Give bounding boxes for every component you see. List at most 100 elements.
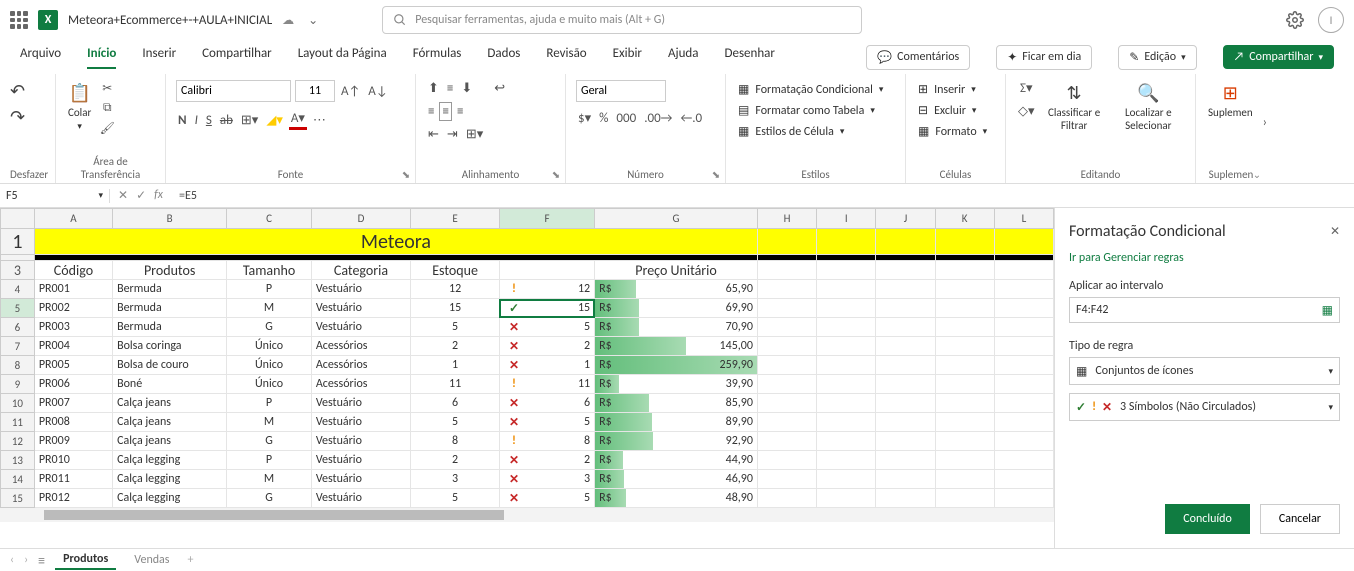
cell-code[interactable]: PR006 bbox=[34, 375, 112, 394]
cell-product[interactable]: Bermuda bbox=[113, 318, 227, 337]
cell-stock[interactable]: 5 bbox=[411, 318, 500, 337]
align-right-icon[interactable]: ≡ bbox=[455, 103, 465, 120]
cell-price[interactable]: R$44,90 bbox=[595, 451, 758, 470]
copy-icon[interactable]: ⧉ bbox=[99, 100, 115, 116]
format-as-table-button[interactable]: ▤Formatar como Tabela▾ bbox=[736, 101, 877, 120]
col-header[interactable]: L bbox=[994, 209, 1053, 229]
row-header[interactable]: 10 bbox=[1, 394, 35, 413]
cell-price[interactable]: R$85,90 bbox=[595, 394, 758, 413]
cell-stock[interactable]: 3 bbox=[411, 470, 500, 489]
cell-size[interactable]: G bbox=[227, 432, 312, 451]
cell-icon-stock[interactable]: ✓15 bbox=[499, 299, 594, 318]
share-button[interactable]: ↗Compartilhar▾ bbox=[1223, 45, 1334, 69]
fill-color-button[interactable]: ◢▾ bbox=[264, 112, 285, 129]
cell-size[interactable]: Único bbox=[227, 356, 312, 375]
search-input[interactable]: Pesquisar ferramentas, ajuda e muito mai… bbox=[382, 6, 862, 34]
cell-price[interactable]: R$92,90 bbox=[595, 432, 758, 451]
col-header[interactable]: H bbox=[757, 209, 816, 229]
cell-code[interactable]: PR001 bbox=[34, 280, 112, 299]
row-header[interactable]: 6 bbox=[1, 318, 35, 337]
table-row[interactable]: 5PR002BermudaMVestuário15✓15R$69,90 bbox=[1, 299, 1054, 318]
table-row[interactable]: 8PR005Bolsa de couroÚnicoAcessórios1✕1R$… bbox=[1, 356, 1054, 375]
manage-rules-link[interactable]: Ir para Gerenciar regras bbox=[1069, 251, 1340, 265]
cell-category[interactable]: Vestuário bbox=[311, 489, 410, 508]
bold-button[interactable]: N bbox=[176, 112, 189, 129]
cell-product[interactable]: Calça legging bbox=[113, 489, 227, 508]
number-dialog-launcher[interactable]: ⬊ bbox=[709, 167, 723, 181]
range-input[interactable]: F4:F42 ▦ bbox=[1069, 297, 1340, 323]
cell-stock[interactable]: 5 bbox=[411, 413, 500, 432]
format-cells-button[interactable]: ▦Formato▾ bbox=[916, 122, 989, 141]
align-bottom-icon[interactable]: ⬇ bbox=[459, 80, 474, 97]
cell-price[interactable]: R$89,90 bbox=[595, 413, 758, 432]
cell-product[interactable]: Bermuda bbox=[113, 299, 227, 318]
find-select-button[interactable]: 🔍Localizar e Selecionar bbox=[1112, 80, 1185, 134]
cell-category[interactable]: Acessórios bbox=[311, 337, 410, 356]
table-row[interactable]: 6PR003BermudaGVestuário5✕5R$70,90 bbox=[1, 318, 1054, 337]
col-header[interactable]: A bbox=[34, 209, 112, 229]
done-button[interactable]: Concluído bbox=[1165, 504, 1250, 534]
cell-product[interactable]: Calça jeans bbox=[113, 432, 227, 451]
font-name-select[interactable] bbox=[176, 80, 291, 102]
cell-category[interactable]: Vestuário bbox=[311, 432, 410, 451]
cell-icon-stock[interactable]: !12 bbox=[499, 280, 594, 299]
editing-mode-button[interactable]: ✎Edição▾ bbox=[1118, 45, 1196, 70]
percent-icon[interactable]: % bbox=[597, 110, 610, 127]
cell-product[interactable]: Bolsa de couro bbox=[113, 356, 227, 375]
paste-button[interactable]: 📋 Colar ▾ bbox=[66, 80, 93, 134]
cell-size[interactable]: P bbox=[227, 451, 312, 470]
col-header[interactable]: D bbox=[311, 209, 410, 229]
tab-compartilhar[interactable]: Compartilhar bbox=[202, 46, 272, 69]
currency-icon[interactable]: $▾ bbox=[576, 110, 593, 127]
number-format-select[interactable] bbox=[576, 80, 666, 102]
addins-button[interactable]: ⊞Suplemen bbox=[1206, 80, 1255, 121]
insert-cells-button[interactable]: ⊞Inserir▾ bbox=[916, 80, 978, 99]
tab-exibir[interactable]: Exibir bbox=[613, 46, 642, 69]
cell-product[interactable]: Calça legging bbox=[113, 470, 227, 489]
cell-price[interactable]: R$39,90 bbox=[595, 375, 758, 394]
table-row[interactable]: 11PR008Calça jeansMVestuário5✕5R$89,90 bbox=[1, 413, 1054, 432]
cell-stock[interactable]: 12 bbox=[411, 280, 500, 299]
formula-cancel-icon[interactable]: ✕ bbox=[118, 188, 128, 203]
font-color-button[interactable]: A▾ bbox=[289, 110, 307, 130]
tab-ajuda[interactable]: Ajuda bbox=[668, 46, 699, 69]
cell-price[interactable]: R$65,90 bbox=[595, 280, 758, 299]
conditional-formatting-button[interactable]: ▦Formatação Condicional▾ bbox=[736, 80, 885, 99]
comments-button[interactable]: 💬Comentários bbox=[866, 45, 970, 70]
cell-category[interactable]: Vestuário bbox=[311, 413, 410, 432]
cell-price[interactable]: R$70,90 bbox=[595, 318, 758, 337]
col-header[interactable]: I bbox=[817, 209, 876, 229]
cell-stock[interactable]: 8 bbox=[411, 432, 500, 451]
table-row[interactable]: 12PR009Calça jeansGVestuário8!8R$92,90 bbox=[1, 432, 1054, 451]
cut-icon[interactable]: ✂ bbox=[99, 80, 115, 96]
table-row[interactable]: 10PR007Calça jeansPVestuário6✕6R$85,90 bbox=[1, 394, 1054, 413]
cell-stock[interactable]: 1 bbox=[411, 356, 500, 375]
row-header[interactable]: 7 bbox=[1, 337, 35, 356]
cell-code[interactable]: PR003 bbox=[34, 318, 112, 337]
strikethrough-button[interactable]: ab bbox=[218, 112, 235, 129]
cell-size[interactable]: Único bbox=[227, 337, 312, 356]
cell-code[interactable]: PR012 bbox=[34, 489, 112, 508]
tab-inserir[interactable]: Inserir bbox=[142, 46, 176, 69]
cell-category[interactable]: Vestuário bbox=[311, 280, 410, 299]
tab-dados[interactable]: Dados bbox=[487, 46, 520, 69]
decrease-decimal-icon[interactable]: ←.0 bbox=[678, 110, 704, 127]
cell-category[interactable]: Vestuário bbox=[311, 299, 410, 318]
range-picker-icon[interactable]: ▦ bbox=[1322, 303, 1333, 318]
cell-category[interactable]: Acessórios bbox=[311, 356, 410, 375]
name-box[interactable]: F5▾ bbox=[0, 189, 110, 203]
cell-stock[interactable]: 5 bbox=[411, 489, 500, 508]
cell-price[interactable]: R$69,90 bbox=[595, 299, 758, 318]
table-row[interactable]: 14PR011Calça leggingMVestuário3✕3R$46,90 bbox=[1, 470, 1054, 489]
ribbon-collapse-icon[interactable]: ⌄ bbox=[1250, 167, 1264, 181]
cell-stock[interactable]: 2 bbox=[411, 337, 500, 356]
delete-cells-button[interactable]: ⊟Excluir▾ bbox=[916, 101, 978, 120]
cell-category[interactable]: Acessórios bbox=[311, 375, 410, 394]
cell-category[interactable]: Vestuário bbox=[311, 318, 410, 337]
cell-icon-stock[interactable]: ✕2 bbox=[499, 451, 594, 470]
align-middle-icon[interactable]: ≡ bbox=[445, 80, 455, 97]
cell-size[interactable]: G bbox=[227, 489, 312, 508]
close-panel-icon[interactable]: ✕ bbox=[1330, 224, 1340, 239]
cell-category[interactable]: Vestuário bbox=[311, 394, 410, 413]
wrap-text-icon[interactable]: ↩ bbox=[492, 80, 507, 97]
